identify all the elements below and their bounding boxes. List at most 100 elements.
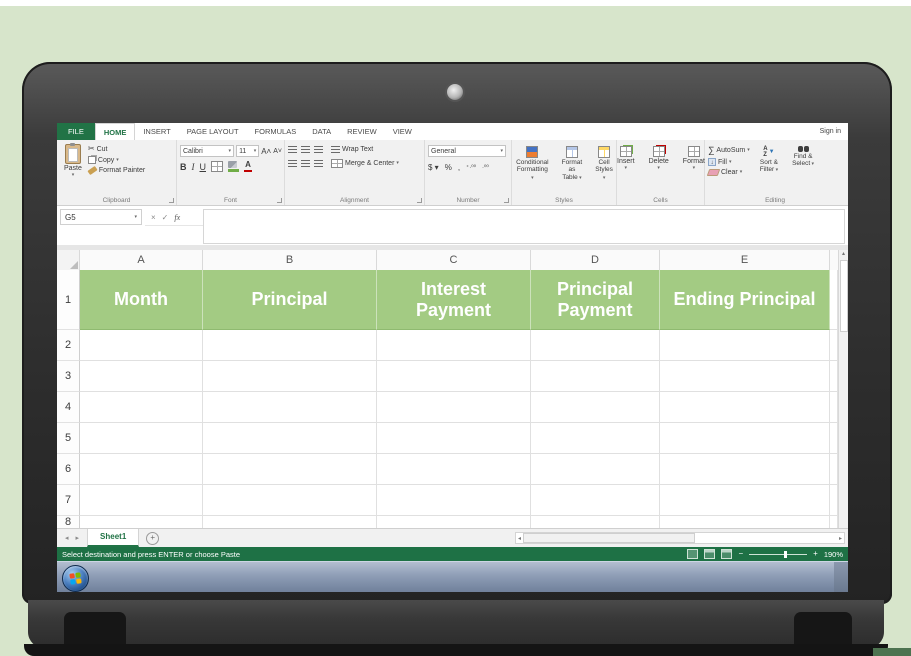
cell[interactable] [660,330,830,361]
zoom-slider[interactable] [749,550,808,558]
cell[interactable] [80,423,203,454]
row-header-6[interactable]: 6 [57,454,80,485]
cell[interactable] [203,485,377,516]
delete-cells-button[interactable]: Delete ▾ [645,145,673,172]
clear-button[interactable]: Clear ▾ [706,169,750,176]
format-painter-button[interactable]: Format Painter [87,165,145,176]
number-format-select[interactable]: General ▾ [428,145,506,157]
font-size-select[interactable]: 11 ▾ [236,145,260,157]
percent-format-icon[interactable]: % [445,163,452,172]
cell[interactable] [830,454,838,485]
cell[interactable] [80,516,203,528]
cell[interactable] [830,516,838,528]
cell[interactable] [660,516,830,528]
cell[interactable] [830,361,838,392]
fill-button[interactable]: ↓ Fill ▾ [708,158,750,166]
cell[interactable] [80,454,203,485]
cell[interactable] [830,270,838,330]
column-header-a[interactable]: A [80,250,203,270]
conditional-formatting-button[interactable]: Conditional Formatting ▾ [512,145,553,182]
cell[interactable] [377,485,531,516]
align-left-icon[interactable] [288,160,297,167]
cell[interactable] [377,330,531,361]
cell-b1[interactable]: Principal [203,270,377,330]
sheet-tab-sheet1[interactable]: Sheet1 [87,529,140,547]
zoom-level[interactable]: 190% [824,550,843,559]
row-header-3[interactable]: 3 [57,361,80,392]
dialog-launcher-icon[interactable] [169,198,174,203]
align-top-icon[interactable] [288,146,297,153]
align-center-icon[interactable] [301,160,310,167]
cell[interactable] [531,516,660,528]
cell-d1[interactable]: Principal Payment [531,270,660,330]
cell[interactable] [377,423,531,454]
orientation-icon[interactable] [314,146,323,153]
cell[interactable] [80,330,203,361]
cell[interactable] [203,454,377,485]
grow-font-icon[interactable]: A˄ [261,147,271,156]
cell[interactable] [531,454,660,485]
cell[interactable] [830,392,838,423]
normal-view-icon[interactable] [687,549,699,559]
horizontal-scroll-thumb[interactable] [523,533,696,543]
cell[interactable] [531,423,660,454]
accounting-format-icon[interactable]: $ ▾ [428,163,439,172]
tab-view[interactable]: VIEW [385,123,420,140]
underline-icon[interactable]: U [200,162,207,172]
fill-color-button[interactable] [228,161,239,172]
row-header-7[interactable]: 7 [57,485,80,516]
prev-sheet-icon[interactable]: ◂ [65,534,69,542]
copy-button[interactable]: Copy ▾ [87,156,145,164]
autosum-button[interactable]: ∑ AutoSum ▾ [708,145,750,155]
page-layout-view-icon[interactable] [704,549,716,559]
row-header-8[interactable]: 8 [57,516,80,528]
cell[interactable] [377,361,531,392]
column-header-c[interactable]: C [377,250,531,270]
italic-icon[interactable]: I [192,162,195,172]
scroll-right-icon[interactable]: ▸ [837,535,844,542]
cell[interactable] [203,330,377,361]
cell[interactable] [830,423,838,454]
cell[interactable] [377,392,531,423]
name-box[interactable]: G5 ▾ [60,209,142,225]
formula-input[interactable] [203,209,845,244]
font-color-button[interactable]: A [244,161,252,172]
align-right-icon[interactable] [314,160,323,167]
scroll-up-icon[interactable]: ▴ [839,250,848,259]
cell[interactable] [531,361,660,392]
cell[interactable] [531,330,660,361]
dialog-launcher-icon[interactable] [417,198,422,203]
zoom-slider-thumb[interactable] [783,550,787,558]
vertical-scroll-thumb[interactable] [839,260,848,332]
tab-home[interactable]: HOME [94,123,136,140]
cell-c1[interactable]: Interest Payment [377,270,531,330]
cell[interactable] [830,330,838,361]
tab-file[interactable]: FILE [57,123,95,140]
cell[interactable] [203,423,377,454]
enter-icon[interactable]: ✓ [162,213,169,222]
next-sheet-icon[interactable]: ▸ [76,534,80,542]
row-header-1[interactable]: 1 [57,270,80,330]
format-as-table-button[interactable]: Format as Table ▾ [558,145,587,182]
select-all-corner[interactable] [57,250,80,270]
row-header-4[interactable]: 4 [57,392,80,423]
horizontal-scrollbar[interactable]: ◂ ▸ [515,532,845,544]
sort-filter-button[interactable]: AZ ▼ Sort & Filter ▾ [756,145,782,175]
sign-in-link[interactable]: Sign in [820,123,848,140]
cut-button[interactable]: ✂ Cut [88,145,145,153]
shrink-font-icon[interactable]: A˅ [273,148,282,155]
vertical-scrollbar[interactable]: ▴ [838,250,848,528]
font-name-select[interactable]: Calibri ▾ [180,145,235,157]
new-sheet-icon[interactable]: + [146,531,160,545]
increase-decimal-icon[interactable]: ⁺·⁰⁰ [466,164,476,171]
tab-review[interactable]: REVIEW [339,123,385,140]
cell[interactable] [830,485,838,516]
cell[interactable] [531,392,660,423]
start-button[interactable] [62,565,89,592]
zoom-in-icon[interactable]: + [813,550,818,558]
cell[interactable] [377,516,531,528]
cell[interactable] [80,392,203,423]
cell[interactable] [531,485,660,516]
comma-format-icon[interactable]: , [458,163,460,172]
cell-a1[interactable]: Month [80,270,203,330]
